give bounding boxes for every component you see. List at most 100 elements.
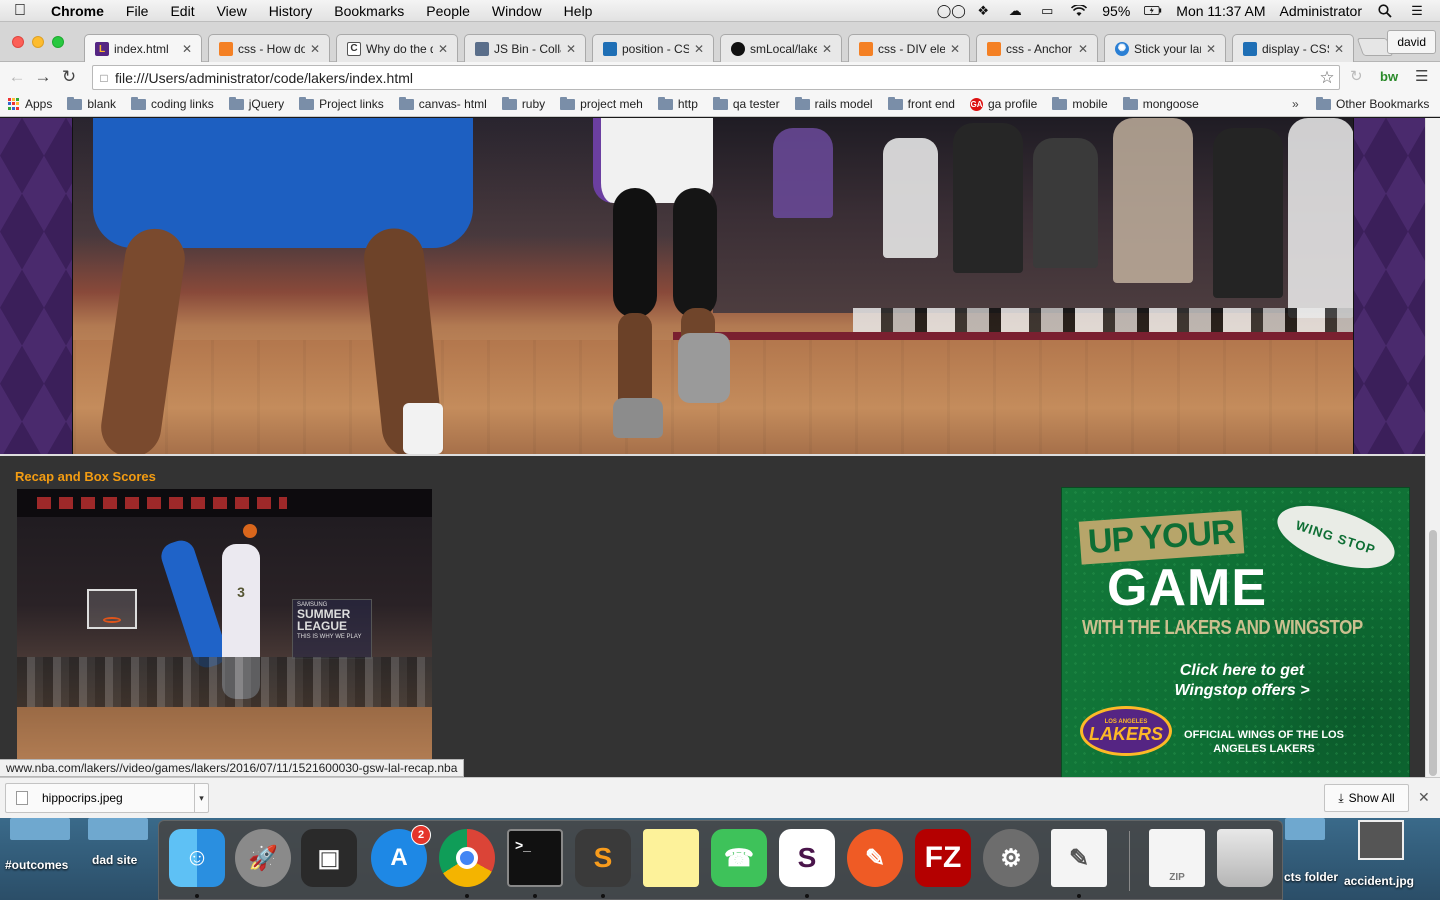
extension-refresh-icon[interactable]: ↻	[1350, 67, 1363, 85]
tab-index-html[interactable]: L index.html ✕	[84, 34, 202, 63]
tab-close-icon[interactable]: ✕	[437, 42, 449, 56]
slack-icon[interactable]: S	[779, 829, 835, 887]
textedit-icon[interactable]: ✎	[1051, 829, 1107, 887]
bookmark-folder-rails-model[interactable]: rails model	[787, 96, 880, 111]
desktop-item-accident-jpg[interactable]: accident.jpg	[1344, 874, 1414, 888]
chrome-icon[interactable]	[439, 829, 495, 887]
airplay-icon[interactable]: ▭	[1038, 3, 1056, 18]
spotlight-search-icon[interactable]	[1376, 3, 1394, 18]
page-scrollbar-thumb[interactable]	[1429, 530, 1437, 776]
tab-close-icon[interactable]: ✕	[1333, 42, 1345, 56]
bookmark-star-icon[interactable]: ☆	[1315, 68, 1339, 88]
tab-why-do[interactable]: C Why do the di ✕	[336, 34, 458, 62]
forward-arrow-icon[interactable]: →	[30, 64, 56, 90]
maximize-window-button[interactable]	[52, 36, 64, 48]
bookmark-folder-mobile[interactable]: mobile	[1044, 96, 1114, 111]
bookmark-folder-front-end[interactable]: front end	[880, 96, 962, 111]
desktop-item-projects-folder[interactable]: cts folder	[1284, 870, 1338, 884]
tab-github-smlocal[interactable]: smLocal/laker ✕	[720, 34, 842, 62]
address-bar[interactable]: □ file:///Users/administrator/code/laker…	[92, 65, 1340, 90]
facetime-icon[interactable]: ☎	[711, 829, 767, 887]
menu-view[interactable]: View	[206, 3, 258, 19]
bookmark-folder-jquery[interactable]: jQuery	[221, 96, 291, 111]
close-window-button[interactable]	[12, 36, 24, 48]
bookmark-folder-http[interactable]: http	[650, 96, 705, 111]
tab-close-icon[interactable]: ✕	[309, 42, 321, 56]
dropbox-icon[interactable]: ❖	[974, 3, 992, 18]
bookmark-folder-canvas-html[interactable]: canvas- html	[391, 96, 494, 111]
filezilla-icon[interactable]: FZ	[915, 829, 971, 887]
notification-center-icon[interactable]: ☰	[1408, 3, 1426, 18]
tab-close-icon[interactable]: ✕	[181, 42, 193, 56]
tab-position-css[interactable]: position - CSS ✕	[592, 34, 714, 62]
bookmark-folder-blank[interactable]: blank	[59, 96, 123, 111]
launchpad-icon[interactable]: 🚀	[235, 829, 291, 887]
extension-bw-icon[interactable]: bw	[1380, 69, 1398, 84]
trash-icon[interactable]	[1217, 829, 1273, 887]
minimize-window-button[interactable]	[32, 36, 44, 48]
sublime-text-icon[interactable]: S	[575, 829, 631, 887]
bookmarks-overflow-chevron-icon[interactable]: »	[1292, 97, 1299, 111]
download-options-caret-icon[interactable]: ▾	[194, 784, 208, 812]
photo-booth-icon[interactable]: ▣	[301, 829, 357, 887]
tab-stick-your-land[interactable]: ✺ Stick your land ✕	[1104, 34, 1226, 62]
menu-people[interactable]: People	[415, 3, 481, 19]
page-info-icon[interactable]: □	[93, 71, 115, 85]
menu-app-name[interactable]: Chrome	[40, 3, 115, 19]
wingstop-advertisement[interactable]: UP YOUR GAME WITH THE LAKERS AND WINGSTO…	[1061, 487, 1410, 777]
tab-close-icon[interactable]: ✕	[949, 42, 961, 56]
show-all-downloads-button[interactable]: ⤓ Show All	[1324, 784, 1409, 812]
tab-display-css[interactable]: display - CSS ✕	[1232, 34, 1354, 62]
bookmark-other-bookmarks[interactable]: Other Bookmarks	[1308, 96, 1436, 111]
ad-cta-text[interactable]: Click here to get Wingstop offers >	[1147, 661, 1337, 701]
desktop-folder-icon[interactable]	[1285, 818, 1325, 840]
page-scrollbar[interactable]	[1425, 118, 1440, 777]
menu-bookmarks[interactable]: Bookmarks	[323, 3, 415, 19]
tab-css-how-do[interactable]: css - How do I ✕	[208, 34, 330, 62]
tab-js-bin[interactable]: JS Bin - Collab ✕	[464, 34, 586, 62]
menu-edit[interactable]: Edit	[159, 3, 205, 19]
postman-icon[interactable]: ✎	[847, 829, 903, 887]
back-arrow-icon[interactable]: ←	[4, 64, 30, 90]
desktop-folder-icon[interactable]	[88, 818, 148, 840]
cloud-sync-icon[interactable]: ☁	[1006, 3, 1024, 18]
apple-menu-icon[interactable]: 	[0, 2, 40, 20]
app-store-icon[interactable]: A 2	[371, 825, 431, 887]
close-download-shelf-icon[interactable]: ✕	[1418, 789, 1430, 806]
tab-close-icon[interactable]: ✕	[693, 42, 705, 56]
desktop-image-thumbnail[interactable]	[1358, 820, 1404, 860]
tab-css-div-elem[interactable]: css - DIV elem ✕	[848, 34, 970, 62]
bookmark-folder-coding-links[interactable]: coding links	[123, 96, 221, 111]
notes-icon[interactable]	[643, 829, 699, 887]
bookmark-folder-project-links[interactable]: Project links	[291, 96, 391, 111]
menu-window[interactable]: Window	[481, 3, 553, 19]
zip-archive-icon[interactable]: ZIP	[1149, 829, 1205, 887]
tab-close-icon[interactable]: ✕	[821, 42, 833, 56]
finder-icon[interactable]: ☺	[169, 829, 225, 887]
bookmark-folder-qa-tester[interactable]: qa tester	[705, 96, 787, 111]
bookmark-folder-project-meh[interactable]: project meh	[552, 96, 650, 111]
bookmark-apps[interactable]: Apps	[0, 97, 59, 111]
menu-help[interactable]: Help	[553, 3, 604, 19]
menu-history[interactable]: History	[258, 3, 324, 19]
desktop-item-dad-site[interactable]: dad site	[92, 853, 137, 867]
system-preferences-icon[interactable]: ⚙	[983, 829, 1039, 887]
address-url[interactable]: file:///Users/administrator/code/lakers/…	[115, 70, 413, 86]
tab-close-icon[interactable]: ✕	[1205, 42, 1217, 56]
terminal-icon[interactable]: >_	[507, 829, 563, 887]
tab-close-icon[interactable]: ✕	[565, 42, 577, 56]
wifi-icon[interactable]	[1070, 4, 1088, 18]
glasses-icon[interactable]: ◯◯	[937, 3, 966, 18]
chrome-menu-icon[interactable]: ☰	[1415, 67, 1428, 85]
bookmark-folder-mongoose[interactable]: mongoose	[1115, 96, 1206, 111]
tab-close-icon[interactable]: ✕	[1077, 42, 1089, 56]
battery-icon[interactable]	[1144, 4, 1162, 18]
recap-video-thumbnail[interactable]: SAMSUNG SUMMER LEAGUE THIS IS WHY WE PLA…	[17, 489, 432, 777]
desktop-folder-icon[interactable]	[10, 818, 70, 840]
menu-file[interactable]: File	[115, 3, 160, 19]
menubar-clock[interactable]: Mon 11:37 AM	[1176, 3, 1265, 19]
bookmark-ga-profile[interactable]: GA ga profile	[962, 97, 1044, 111]
tab-css-anchor[interactable]: css - Anchor o ✕	[976, 34, 1098, 62]
desktop-item-outcomes[interactable]: #outcomes	[5, 858, 68, 872]
profile-button[interactable]: david	[1387, 30, 1436, 54]
